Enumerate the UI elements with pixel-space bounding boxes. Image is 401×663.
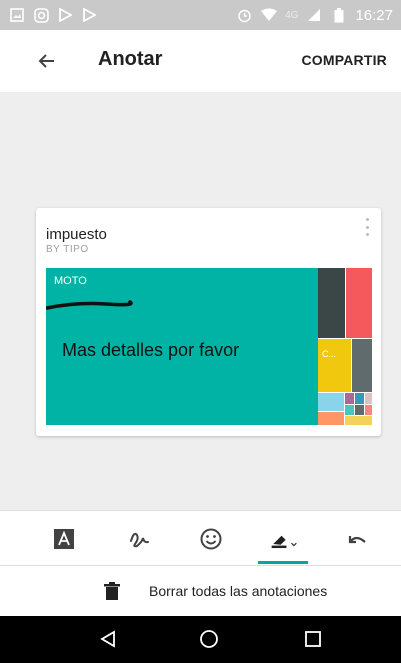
trash-icon (104, 582, 120, 600)
status-left-icons (8, 0, 98, 30)
network-type: 4G (285, 9, 299, 21)
visual-card: impuesto BY TIPO MOTO Mas detalles por f… (36, 208, 381, 436)
app-bar: Anotar COMPARTIR (0, 30, 401, 92)
wifi-icon (260, 6, 278, 24)
recents-square-icon[interactable] (302, 628, 324, 650)
annotation-text: Mas detalles por favor (62, 340, 240, 360)
system-nav-bar (0, 616, 401, 663)
pen-tool-icon[interactable] (126, 525, 154, 553)
card-subtitle: BY TIPO (46, 244, 89, 255)
clear-all-label: Borrar todas las anotaciones (149, 583, 328, 599)
treemap-cell-red (346, 268, 372, 338)
treemap-label-c: C... (322, 349, 337, 359)
treemap-cell-small-5 (355, 405, 364, 415)
treemap-cell-lightblue (318, 393, 344, 411)
treemap-cell-small-6 (365, 405, 372, 415)
image-icon (8, 6, 26, 24)
more-vert-icon[interactable] (363, 218, 371, 236)
treemap-cell-dark (318, 268, 345, 338)
annotation-toolbar (0, 510, 401, 566)
share-button[interactable]: COMPARTIR (301, 52, 387, 68)
treemap-cell-small-2 (355, 393, 364, 404)
clear-all-button[interactable]: Borrar todas las anotaciones (0, 566, 401, 616)
home-circle-icon[interactable] (198, 628, 220, 650)
active-tool-indicator (258, 561, 308, 564)
treemap-cell-small-7 (345, 416, 372, 425)
status-time: 16:27 (355, 6, 393, 24)
signal-icon (305, 6, 323, 24)
ink-stroke (46, 300, 133, 310)
treemap-cell-moto: MOTO Mas detalles por favor (46, 268, 318, 425)
play-store-icon (56, 6, 74, 24)
annotation-canvas[interactable]: impuesto BY TIPO MOTO Mas detalles por f… (0, 92, 401, 510)
arrow-back-icon[interactable] (34, 48, 60, 74)
back-triangle-icon[interactable] (97, 628, 119, 650)
page-title: Anotar (98, 48, 163, 70)
treemap-cell-gray (352, 339, 372, 392)
treemap-chart: MOTO Mas detalles por favor C... (46, 268, 372, 425)
instagram-icon (32, 6, 50, 24)
emoji-tool-icon[interactable] (197, 525, 225, 553)
treemap-cell-orange (318, 412, 344, 425)
undo-icon[interactable] (343, 525, 371, 553)
treemap-cell-small-4 (345, 405, 354, 415)
status-right-icons: 4G 16:27 (235, 0, 393, 30)
treemap-cell-small-1 (345, 393, 354, 404)
highlighter-tool-icon[interactable] (270, 525, 298, 553)
alarm-icon (235, 6, 253, 24)
treemap-cell-yellow: C... (318, 339, 351, 392)
status-bar: 4G 16:27 (0, 0, 401, 30)
text-tool-icon[interactable] (50, 525, 78, 553)
card-title: impuesto (46, 226, 107, 243)
treemap-cell-small-3 (365, 393, 372, 404)
battery-icon (330, 6, 348, 24)
play-store-icon (80, 6, 98, 24)
